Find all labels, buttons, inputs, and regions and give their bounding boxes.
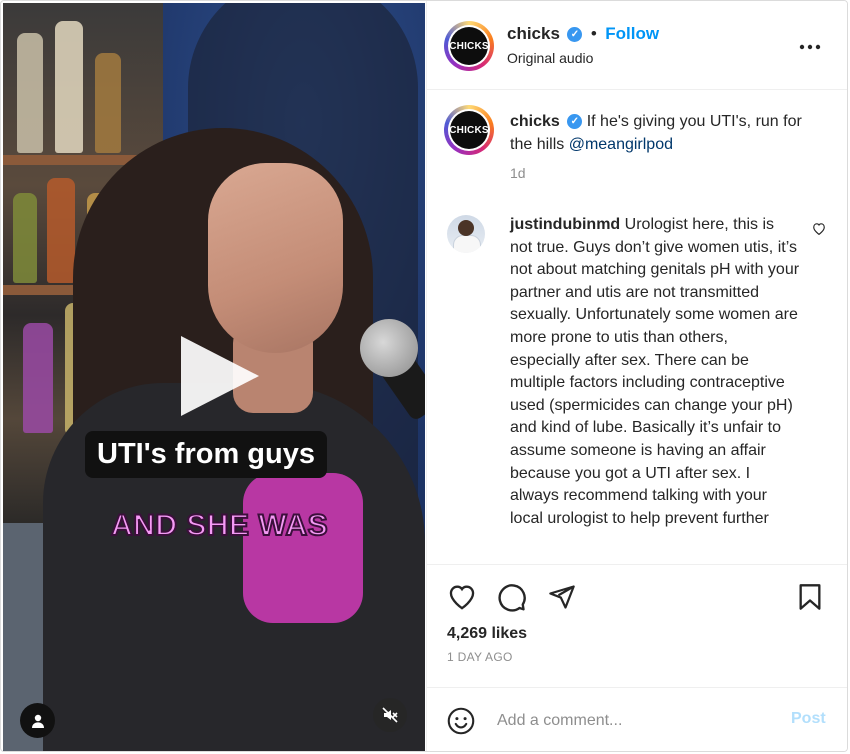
commenter-avatar[interactable] [447,215,485,253]
bottle [95,53,121,153]
comment-input[interactable] [495,706,759,736]
avatar-coat [453,235,481,253]
comment-username[interactable]: justindubinmd [510,216,620,233]
author-line: chicks ✓ • Follow [507,24,659,44]
post-header: CHICKS chicks ✓ • Follow Original audio [427,1,847,90]
bottle [13,193,37,283]
reel-video[interactable]: UTI's from guys AND SHE WAS [3,3,425,751]
bottle [23,323,53,433]
comment-body: justindubinmd Urologist here, this is no… [510,214,800,530]
video-caption-line1: UTI's from guys [85,431,327,478]
author-avatar[interactable]: CHICKS [444,21,494,71]
bottle [55,21,83,153]
comment-icon[interactable] [497,583,527,618]
separator-dot: • [590,24,597,43]
bottle [17,33,43,153]
video-person-face [208,163,343,353]
video-hoodie-print [243,473,363,623]
comments-list[interactable]: CHICKS chicks ✓ If he's giving you UTI's… [427,90,847,563]
author-avatar-logo: CHICKS [449,27,489,65]
avatar-head [458,220,474,236]
tagged-users-button[interactable] [20,703,55,738]
follow-button[interactable]: Follow [605,24,659,43]
author-username[interactable]: chicks [507,24,560,43]
verified-badge-icon: ✓ [567,114,583,130]
mute-toggle-button[interactable] [373,698,407,732]
emoji-icon[interactable] [447,707,475,740]
share-icon[interactable] [547,583,577,616]
caption-author-avatar[interactable]: CHICKS [444,105,494,155]
play-icon[interactable] [181,336,259,416]
bottle [47,178,75,283]
video-caption-line2: AND SHE WAS [110,508,329,543]
post-actions: 4,269 likes 1 DAY AGO [427,564,847,687]
post-caption: chicks ✓ If he's giving you UTI's, run f… [510,110,810,156]
video-microphone-head [360,319,418,377]
post-dialog: UTI's from guys AND SHE WAS CHICKS chick… [0,0,848,752]
comment-like-heart-icon[interactable] [812,222,826,240]
heart-icon[interactable] [447,583,477,615]
comment-text: Urologist here, this is not true. Guys d… [510,216,800,527]
post-time-ago[interactable]: 1 DAY AGO [447,650,513,664]
caption-username[interactable]: chicks [510,113,560,130]
post-details-pane: CHICKS chicks ✓ • Follow Original audio … [426,1,847,751]
speaker-muted-icon [382,707,398,723]
user-icon [31,714,44,728]
caption-time[interactable]: 1d [510,165,526,181]
add-comment-bar: Post [427,687,847,751]
caption-avatar-logo: CHICKS [449,111,489,149]
more-options-icon[interactable] [799,33,821,56]
likes-count[interactable]: 4,269 likes [447,625,527,643]
post-comment-button[interactable]: Post [791,710,826,728]
bookmark-icon[interactable] [797,583,823,616]
audio-subtitle[interactable]: Original audio [507,50,593,66]
verified-badge-icon: ✓ [567,27,583,43]
caption-mention-link[interactable]: @meangirlpod [569,136,673,153]
